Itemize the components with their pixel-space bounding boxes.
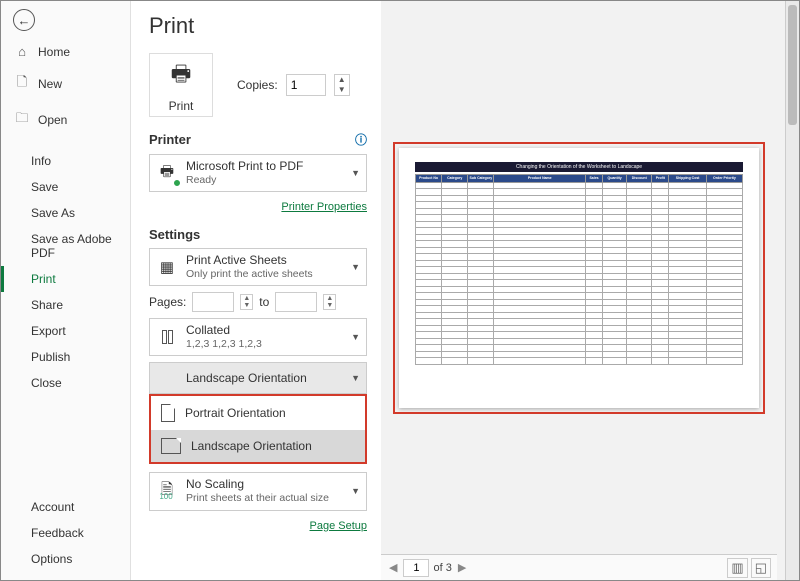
zoom-to-page-button[interactable]: ◱ xyxy=(751,558,771,578)
printer-name: Microsoft Print to PDF xyxy=(186,159,343,174)
pager-prev-button[interactable]: ◀ xyxy=(387,561,399,574)
nav-export[interactable]: Export xyxy=(1,318,130,344)
nav-account[interactable]: Account xyxy=(1,494,130,520)
nav-new[interactable]: 🗋 New xyxy=(1,66,130,102)
nav-options[interactable]: Options xyxy=(1,546,130,572)
scaling-page-icon: 🗎100 xyxy=(156,480,178,502)
pages-label: Pages: xyxy=(149,295,186,309)
chevron-down-icon: ▼ xyxy=(351,486,360,496)
nav-close[interactable]: Close xyxy=(1,370,130,396)
print-button[interactable]: 🖶 Print xyxy=(149,53,213,117)
copies-label: Copies: xyxy=(237,78,278,92)
printer-info-icon[interactable]: ⓘ xyxy=(355,131,367,148)
print-settings-column: Print 🖶 Print Copies: ▲▼ Printer ⓘ xyxy=(131,1,381,580)
back-arrow-icon: ← xyxy=(13,9,35,31)
chevron-down-icon: ▼ xyxy=(351,262,360,272)
pages-from-input[interactable] xyxy=(192,292,234,312)
vertical-scrollbar[interactable] xyxy=(785,1,799,580)
printer-device-icon: 🖶 xyxy=(156,162,178,184)
nav-open[interactable]: 🗀 Open xyxy=(1,102,130,138)
scaling-select[interactable]: 🗎100 No Scaling Print sheets at their ac… xyxy=(149,472,367,510)
settings-section-title: Settings xyxy=(149,227,200,242)
nav-sidebar: ← ⌂ Home 🗋 New 🗀 Open Info Save Save As … xyxy=(1,1,131,580)
orientation-select[interactable]: Landscape Orientation ▼ xyxy=(149,362,367,394)
page-title: Print xyxy=(149,13,367,39)
pager-next-button[interactable]: ▶ xyxy=(456,561,468,574)
pages-to-label: to xyxy=(259,295,269,309)
new-file-icon: 🗋 xyxy=(15,73,29,95)
print-panel: Print 🖶 Print Copies: ▲▼ Printer ⓘ xyxy=(131,1,799,580)
printer-select[interactable]: 🖶 Microsoft Print to PDF Ready ▼ xyxy=(149,154,367,192)
nav-save-as[interactable]: Save As xyxy=(1,200,130,226)
copies-input[interactable] xyxy=(286,74,326,96)
copies-stepper[interactable]: ▲▼ xyxy=(334,74,350,96)
scrollbar-thumb[interactable] xyxy=(788,5,797,125)
pager-current-input[interactable] xyxy=(403,559,429,577)
collate-title: Collated xyxy=(186,323,343,338)
printer-properties-link[interactable]: Printer Properties xyxy=(149,201,367,213)
back-button[interactable]: ← xyxy=(1,1,130,37)
printer-icon: 🖶 xyxy=(171,57,192,95)
orientation-option-label: Portrait Orientation xyxy=(185,406,286,420)
orientation-option-portrait[interactable]: Portrait Orientation xyxy=(151,396,365,430)
print-what-sub: Only print the active sheets xyxy=(186,268,343,281)
nav-info[interactable]: Info xyxy=(1,148,130,174)
pager-total: of 3 xyxy=(433,562,451,574)
landscape-page-icon xyxy=(161,438,181,454)
chevron-down-icon: ▼ xyxy=(351,168,360,178)
scaling-sub: Print sheets at their actual size xyxy=(186,492,343,505)
preview-pager: ◀ of 3 ▶ ▥ ◱ xyxy=(381,554,777,580)
open-folder-icon: 🗀 xyxy=(15,109,29,131)
chevron-down-icon: ▼ xyxy=(351,373,360,383)
nav-publish[interactable]: Publish xyxy=(1,344,130,370)
landscape-page-icon xyxy=(156,367,178,389)
page-setup-link[interactable]: Page Setup xyxy=(149,520,367,532)
nav-home[interactable]: ⌂ Home xyxy=(1,37,130,66)
printer-section-title: Printer xyxy=(149,132,191,147)
nav-label: New xyxy=(38,77,62,91)
sheets-grid-icon: ▦ xyxy=(156,256,178,278)
print-what-select[interactable]: ▦ Print Active Sheets Only print the act… xyxy=(149,248,367,286)
collate-icon xyxy=(156,326,178,348)
nav-print[interactable]: Print xyxy=(1,266,130,292)
backstage-view: ← ⌂ Home 🗋 New 🗀 Open Info Save Save As … xyxy=(0,0,800,581)
printer-status: Ready xyxy=(186,174,343,187)
preview-table: Product NoCategorySub CategoryProduct Na… xyxy=(415,174,743,365)
scaling-title: No Scaling xyxy=(186,477,343,492)
nav-label: Home xyxy=(38,45,70,59)
nav-share[interactable]: Share xyxy=(1,292,130,318)
preview-page: Changing the Orientation of the Workshee… xyxy=(399,148,759,408)
pages-from-stepper[interactable]: ▲▼ xyxy=(240,294,253,310)
home-icon: ⌂ xyxy=(15,44,29,59)
pages-to-input[interactable] xyxy=(275,292,317,312)
nav-label: Open xyxy=(38,113,67,127)
nav-save[interactable]: Save xyxy=(1,174,130,200)
print-button-label: Print xyxy=(169,99,194,113)
collate-sub: 1,2,3 1,2,3 1,2,3 xyxy=(186,338,343,351)
orientation-option-landscape[interactable]: Landscape Orientation xyxy=(151,430,365,462)
collate-select[interactable]: Collated 1,2,3 1,2,3 1,2,3 ▼ xyxy=(149,318,367,356)
chevron-down-icon: ▼ xyxy=(351,332,360,342)
portrait-page-icon xyxy=(161,404,175,422)
nav-save-adobe-pdf[interactable]: Save as Adobe PDF xyxy=(1,226,130,266)
preview-doc-title: Changing the Orientation of the Workshee… xyxy=(415,162,743,172)
orientation-option-label: Landscape Orientation xyxy=(191,439,312,453)
show-margins-button[interactable]: ▥ xyxy=(727,558,747,578)
orientation-dropdown-list: Portrait Orientation Landscape Orientati… xyxy=(149,394,367,464)
nav-feedback[interactable]: Feedback xyxy=(1,520,130,546)
print-preview-pane: Changing the Orientation of the Workshee… xyxy=(381,1,785,580)
pages-to-stepper[interactable]: ▲▼ xyxy=(323,294,336,310)
orientation-value: Landscape Orientation xyxy=(186,371,343,386)
print-what-title: Print Active Sheets xyxy=(186,253,343,268)
